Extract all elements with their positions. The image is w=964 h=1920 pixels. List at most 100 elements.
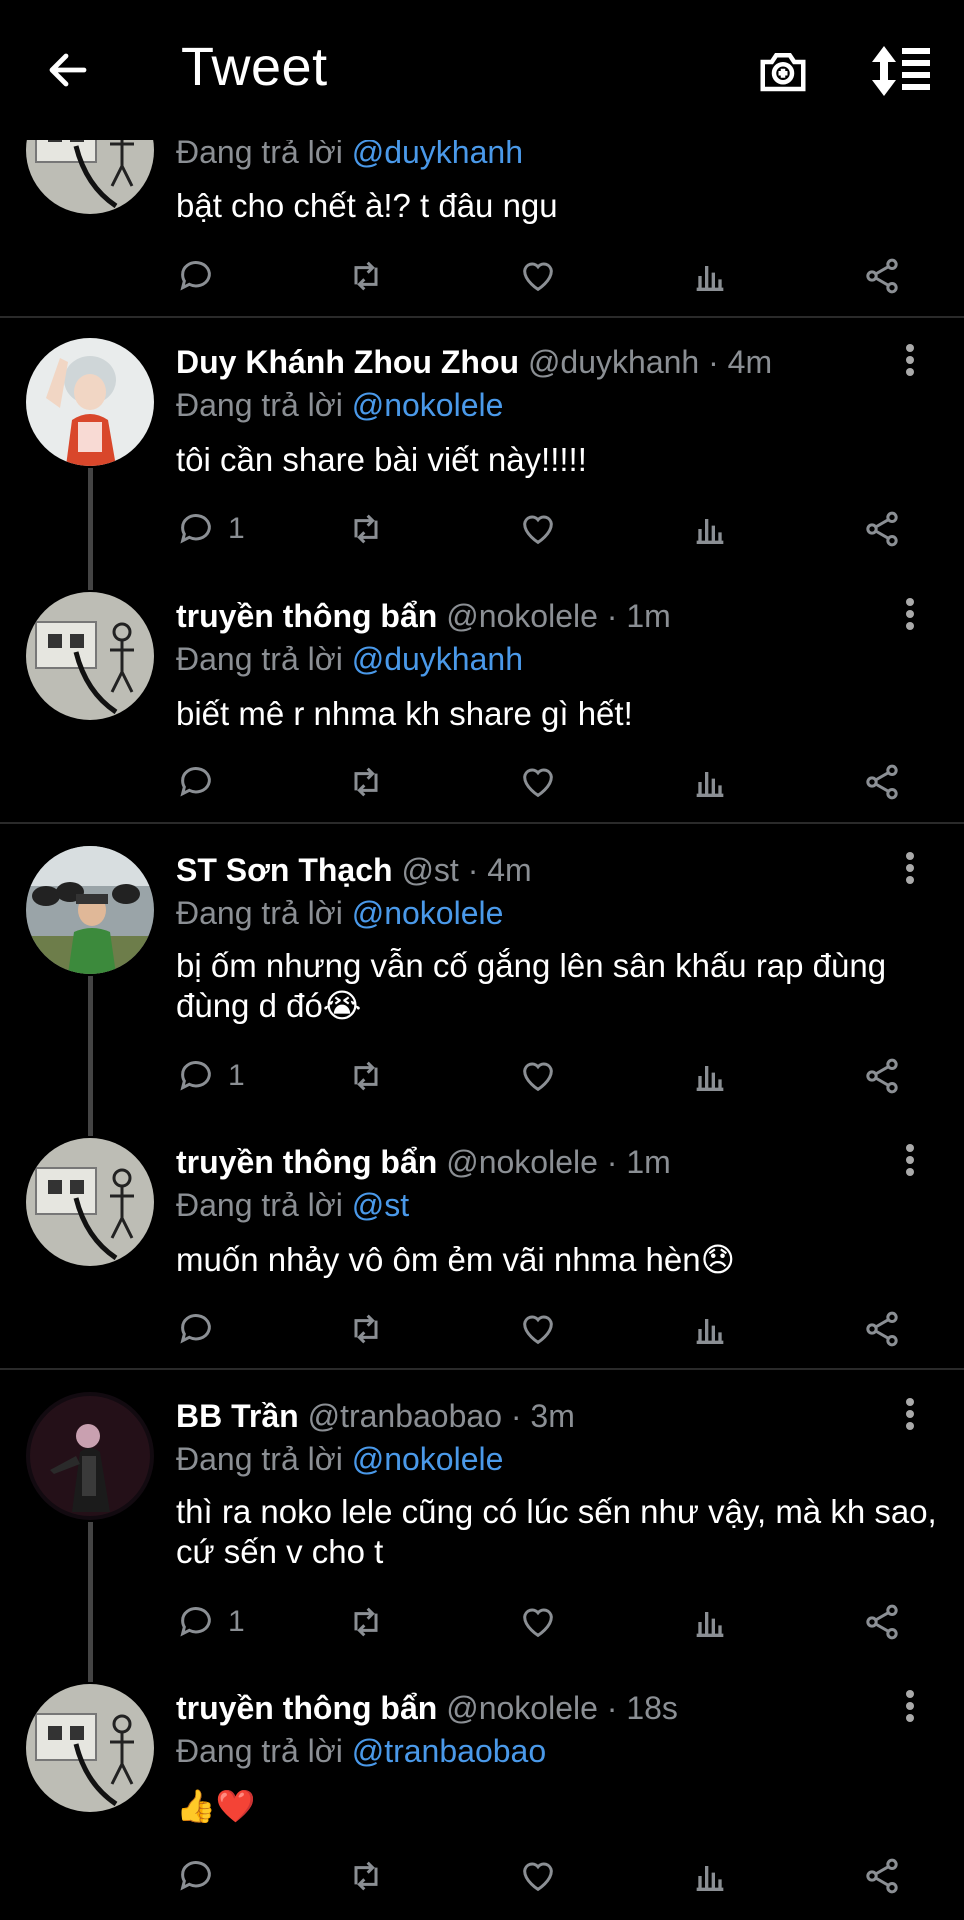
share-button[interactable] <box>862 760 902 804</box>
reply-count: 1 <box>228 1059 245 1092</box>
reply-button[interactable]: 1 <box>176 1600 245 1644</box>
more-options-button[interactable] <box>898 596 922 632</box>
camera-button[interactable] <box>756 44 810 98</box>
handle-time: @st · 4m <box>401 852 532 888</box>
analytics-button[interactable] <box>690 760 730 804</box>
display-name[interactable]: ST Sơn Thạch <box>176 852 393 888</box>
analytics-button[interactable] <box>690 507 730 551</box>
top-app-bar: Tweet <box>0 0 964 140</box>
retweet-button[interactable] <box>346 760 386 804</box>
thread-connector <box>88 468 93 590</box>
tweet-actions: 1 <box>176 1054 916 1098</box>
avatar-nokolele[interactable] <box>26 592 154 720</box>
like-button[interactable] <box>518 1854 558 1898</box>
display-name[interactable]: BB Trần <box>176 1398 299 1434</box>
tweet-feed: Đang trả lời @duykhanh bật cho chết à!? … <box>0 0 964 1920</box>
display-name[interactable]: Duy Khánh Zhou Zhou <box>176 344 519 380</box>
tweet-text: bật cho chết à!? t đâu ngu <box>176 187 558 224</box>
analytics-icon <box>696 1612 724 1637</box>
avatar-nokolele[interactable] <box>26 1684 154 1812</box>
retweet-icon <box>354 767 378 797</box>
handle-time: @nokolele · 1m <box>446 1144 671 1180</box>
share-button[interactable] <box>862 1054 902 1098</box>
display-name[interactable]: truyền thông bẩn <box>176 1690 437 1726</box>
share-button[interactable] <box>862 254 902 298</box>
sort-button[interactable] <box>870 44 934 98</box>
reply-count: 1 <box>228 512 245 545</box>
reply-prefix: Đang trả lời <box>176 1441 343 1477</box>
tweet-actions <box>176 254 916 298</box>
like-button[interactable] <box>518 1054 558 1098</box>
avatar-tranbaobao[interactable] <box>26 1392 154 1520</box>
reply-mention[interactable]: @duykhanh <box>352 641 523 677</box>
display-name[interactable]: truyền thông bẩn <box>176 598 437 634</box>
reply-button[interactable] <box>176 1854 228 1898</box>
like-button[interactable] <box>518 1307 558 1351</box>
comment-icon <box>180 1314 211 1344</box>
retweet-icon <box>354 261 378 291</box>
reply-mention[interactable]: @nokolele <box>352 387 504 423</box>
retweet-icon <box>354 1861 378 1891</box>
more-options-button[interactable] <box>898 1142 922 1178</box>
share-icon <box>866 1311 898 1347</box>
retweet-button[interactable] <box>346 1600 386 1644</box>
retweet-button[interactable] <box>346 507 386 551</box>
share-button[interactable] <box>862 1854 902 1898</box>
like-button[interactable] <box>518 1600 558 1644</box>
avatar-st[interactable] <box>26 846 154 974</box>
reply-mention[interactable]: @nokolele <box>352 895 504 931</box>
more-vertical-icon <box>906 1398 914 1430</box>
more-options-button[interactable] <box>898 342 922 378</box>
tweet-actions: 1 <box>176 507 916 551</box>
reply-mention[interactable]: @st <box>352 1187 409 1223</box>
more-vertical-icon <box>906 1144 914 1176</box>
analytics-button[interactable] <box>690 1054 730 1098</box>
retweet-button[interactable] <box>346 1054 386 1098</box>
tweet-author: ST Sơn Thạch @st · 4m <box>176 852 532 889</box>
tweet-author: Duy Khánh Zhou Zhou @duykhanh · 4m <box>176 344 772 381</box>
tweet-text: tôi cần share bài viết này!!!!! <box>176 441 587 478</box>
reply-button[interactable] <box>176 254 228 298</box>
like-button[interactable] <box>518 254 558 298</box>
more-options-button[interactable] <box>898 1396 922 1432</box>
more-vertical-icon <box>906 1690 914 1722</box>
tweet-author: truyền thông bẩn @nokolele · 1m <box>176 598 671 635</box>
share-button[interactable] <box>862 1600 902 1644</box>
reply-prefix: Đang trả lời <box>176 1733 343 1769</box>
reply-button[interactable] <box>176 760 228 804</box>
more-vertical-icon <box>906 598 914 630</box>
more-options-button[interactable] <box>898 850 922 886</box>
analytics-button[interactable] <box>690 254 730 298</box>
share-button[interactable] <box>862 507 902 551</box>
avatar-nokolele[interactable] <box>26 1138 154 1266</box>
display-name[interactable]: truyền thông bẩn <box>176 1144 437 1180</box>
reply-button[interactable]: 1 <box>176 507 245 551</box>
reply-prefix: Đang trả lời <box>176 895 343 931</box>
reply-prefix: Đang trả lời <box>176 1187 343 1223</box>
share-button[interactable] <box>862 1307 902 1351</box>
reply-count: 1 <box>228 1605 245 1638</box>
analytics-button[interactable] <box>690 1854 730 1898</box>
tweet-author: truyền thông bẩn @nokolele · 1m <box>176 1144 671 1181</box>
analytics-button[interactable] <box>690 1307 730 1351</box>
retweet-button[interactable] <box>346 254 386 298</box>
retweet-button[interactable] <box>346 1307 386 1351</box>
divider <box>0 1368 964 1370</box>
reply-mention[interactable]: @tranbaobao <box>352 1733 546 1769</box>
like-button[interactable] <box>518 507 558 551</box>
analytics-icon <box>696 1066 724 1091</box>
share-icon <box>866 511 898 547</box>
retweet-button[interactable] <box>346 1854 386 1898</box>
analytics-button[interactable] <box>690 1600 730 1644</box>
reply-button[interactable]: 1 <box>176 1054 245 1098</box>
comment-icon <box>180 261 211 291</box>
avatar-duykhanh[interactable] <box>26 338 154 466</box>
reply-button[interactable] <box>176 1307 228 1351</box>
reply-mention[interactable]: @nokolele <box>352 1441 504 1477</box>
retweet-icon <box>354 1314 378 1344</box>
like-button[interactable] <box>518 760 558 804</box>
more-vertical-icon <box>906 852 914 884</box>
back-button[interactable] <box>44 46 92 94</box>
more-options-button[interactable] <box>898 1688 922 1724</box>
heart-icon <box>523 1062 553 1092</box>
